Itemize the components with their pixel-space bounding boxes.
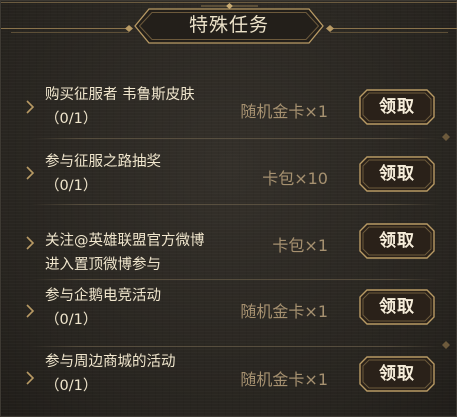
task-progress: （0/1）	[45, 111, 98, 127]
task-reward: 卡包×1	[272, 236, 328, 255]
task-row: 参与征服之路抽奖 （0/1） 卡包×10 领取	[1, 139, 457, 205]
panel-header: 特殊任务	[1, 1, 457, 51]
chevron-right-icon	[26, 371, 35, 385]
chevron-right-icon	[26, 100, 35, 114]
panel-title: 特殊任务	[188, 14, 269, 36]
special-tasks-panel: 特殊任务 购买征服者 韦鲁斯皮肤 （0/1） 随机金卡×1 领取 参与征服之路抽…	[0, 0, 457, 417]
task-row: 购买征服者 韦鲁斯皮肤 （0/1） 随机金卡×1 领取	[1, 73, 457, 139]
task-progress: （0/1）	[45, 378, 98, 394]
task-reward: 随机金卡×1	[240, 302, 328, 321]
claim-button-label: 领取	[379, 97, 415, 117]
claim-button-label: 领取	[379, 297, 415, 317]
edge-diamond-icon	[442, 133, 450, 141]
task-name: 参与周边商城的活动	[45, 354, 176, 370]
claim-button[interactable]: 领取	[359, 289, 435, 325]
claim-button-label: 领取	[379, 364, 415, 384]
task-row: 关注@英雄联盟官方微博 进入置顶微博参与 卡包×1 领取	[1, 208, 457, 280]
claim-button-label: 领取	[379, 231, 415, 251]
chevron-right-icon	[26, 304, 35, 318]
row-divider	[31, 279, 440, 280]
task-reward: 随机金卡×1	[240, 370, 328, 389]
claim-button[interactable]: 领取	[359, 223, 435, 259]
claim-button[interactable]: 领取	[359, 156, 435, 192]
task-reward: 随机金卡×1	[240, 102, 328, 121]
edge-diamond-icon	[442, 341, 450, 349]
task-row: 参与企鹅电竞活动 （0/1） 随机金卡×1 领取	[1, 281, 457, 347]
claim-button[interactable]: 领取	[359, 356, 435, 392]
task-progress: （0/1）	[45, 312, 98, 328]
task-name: 购买征服者 韦鲁斯皮肤	[45, 87, 195, 103]
chevron-right-icon	[26, 236, 35, 250]
task-name-line2: 进入置顶微博参与	[45, 257, 161, 273]
chevron-right-icon	[26, 166, 35, 180]
row-divider	[31, 204, 440, 205]
task-name: 参与征服之路抽奖	[45, 154, 161, 170]
task-name: 关注@英雄联盟官方微博	[45, 233, 205, 249]
task-name: 参与企鹅电竞活动	[45, 288, 161, 304]
task-progress: （0/1）	[45, 178, 98, 194]
claim-button[interactable]: 领取	[359, 89, 435, 125]
task-row: 参与周边商城的活动 （0/1） 随机金卡×1 领取	[1, 346, 457, 412]
claim-button-label: 领取	[379, 164, 415, 184]
task-reward: 卡包×10	[262, 169, 328, 188]
